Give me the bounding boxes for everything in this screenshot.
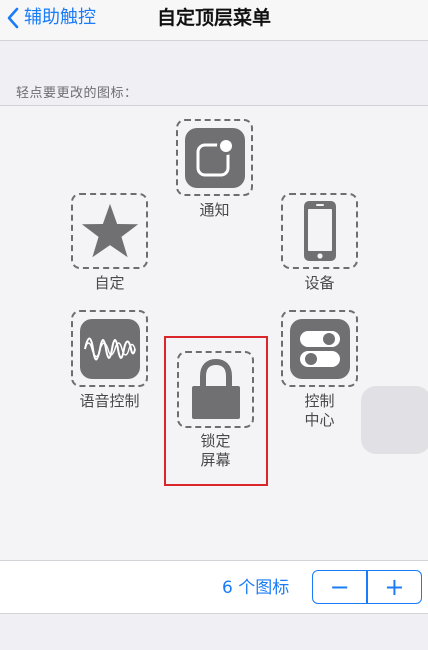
voice-control-label: 语音控制 [79, 392, 140, 410]
star-icon [80, 201, 140, 261]
icon-count-label: 6 个图标 [222, 578, 290, 598]
decrement-button[interactable]: − [313, 571, 366, 603]
navigation-bar: 辅助触控 自定顶层菜单 [0, 0, 428, 40]
slot-custom[interactable] [71, 193, 148, 269]
icon-count-stepper: − + [312, 570, 422, 604]
increment-button[interactable]: + [368, 571, 421, 603]
divider [0, 40, 428, 41]
notification-label: 通知 [199, 201, 230, 219]
slot-control-center[interactable] [281, 310, 358, 387]
slot-notification[interactable] [176, 119, 253, 196]
phone-icon [303, 201, 336, 261]
divider [0, 613, 428, 614]
control-center-label: 控制 中心 [304, 392, 335, 429]
waveform-icon [79, 318, 140, 379]
custom-label: 自定 [94, 274, 125, 292]
selection-highlight [164, 336, 268, 486]
toggle-icon [289, 318, 350, 379]
slot-device[interactable] [281, 193, 358, 269]
notification-icon [184, 127, 245, 188]
page-title: 自定顶层菜单 [156, 7, 271, 29]
assistive-touch-button[interactable] [361, 386, 428, 454]
section-header: 轻点要更改的图标： [16, 86, 138, 101]
device-label: 设备 [304, 274, 335, 292]
slot-voice-control[interactable] [71, 310, 148, 387]
